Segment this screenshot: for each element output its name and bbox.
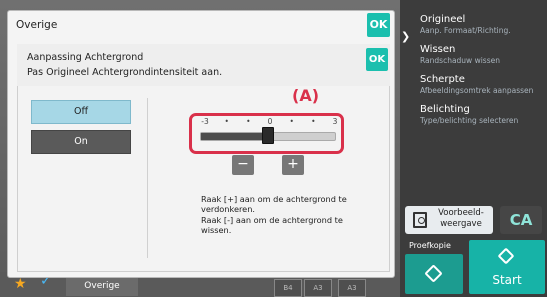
menu-item-title: Scherpte — [420, 74, 465, 85]
help-line: verdonkeren. — [201, 204, 256, 215]
menu-item-scherpte[interactable]: Scherpte Afbeeldingsomtrek aanpassen — [420, 74, 540, 96]
divider — [147, 98, 148, 258]
proefkopie-button[interactable] — [405, 254, 463, 294]
menu-item-subtitle: Afbeeldingsomtrek aanpassen — [420, 86, 534, 95]
slider-tick-label: • — [224, 117, 229, 126]
slider-thumb[interactable] — [262, 127, 274, 144]
proefkopie-label: Proefkopie — [409, 241, 451, 250]
slider-scale: -3 • • 0 • • 3 — [201, 117, 338, 127]
dialog-subtitle: Pas Origineel Achtergrondintensiteit aan… — [27, 67, 223, 78]
help-line: wissen. — [201, 224, 232, 235]
menu-item-subtitle: Randschaduw wissen — [420, 56, 500, 65]
on-button[interactable]: On — [31, 130, 131, 154]
help-line: Raak [-] aan om de achtergrond te — [201, 214, 343, 225]
start-label: Start — [492, 273, 522, 287]
start-diamond-icon — [424, 264, 443, 283]
menu-item-belichting[interactable]: Belichting Type/belichting selecteren — [420, 104, 540, 126]
ok-button[interactable]: OK — [366, 48, 388, 71]
slider-tick-label: • — [311, 117, 316, 126]
chevron-right-icon[interactable]: ❯ — [401, 30, 410, 43]
dialog-header — [17, 44, 390, 86]
slider-tick-label: • — [246, 117, 251, 126]
menu-item-title: Belichting — [420, 104, 470, 115]
dialog-title: Aanpassing Achtergrond — [27, 52, 144, 63]
slider-tick-label: -3 — [201, 117, 209, 126]
start-diamond-icon — [497, 247, 515, 265]
paper-tray: B4 — [274, 279, 302, 297]
preview-label: Voorbeeld- weergave — [438, 208, 484, 229]
slider-fill — [201, 133, 269, 140]
paper-tray: A3 — [338, 279, 366, 297]
menu-item-subtitle: Type/belichting selecteren — [420, 116, 519, 125]
start-button[interactable]: Start — [469, 240, 545, 294]
off-button[interactable]: Off — [31, 100, 131, 124]
preview-button[interactable]: Voorbeeld- weergave — [405, 206, 493, 234]
minus-button[interactable]: − — [232, 155, 254, 175]
clear-all-button[interactable]: CA — [500, 206, 542, 234]
menu-item-wissen[interactable]: Wissen Randschaduw wissen — [420, 44, 540, 66]
menu-item-title: Origineel — [420, 14, 466, 25]
menu-item-origineel[interactable]: Origineel Aanp. Formaat/Richting. — [420, 14, 540, 36]
bottom-bar-label[interactable]: Overige — [66, 276, 138, 296]
slider-tick-label: 0 — [267, 117, 273, 126]
help-line: Raak [+] aan om de achtergrond te — [201, 194, 347, 204]
plus-button[interactable]: + — [282, 155, 304, 175]
preview-icon — [413, 212, 427, 228]
slider-tick-label: • — [289, 117, 294, 126]
menu-item-title: Wissen — [420, 44, 456, 55]
star-icon[interactable]: ★ — [14, 276, 27, 292]
callout-label: (A) — [292, 86, 320, 105]
menu-item-subtitle: Aanp. Formaat/Richting. — [420, 26, 511, 35]
paper-tray: A3 — [304, 279, 332, 297]
dialog-title: Overige — [16, 19, 58, 31]
ok-button[interactable]: OK — [367, 13, 390, 37]
help-text: Raak [+] aan om de achtergrond te verdon… — [201, 194, 381, 235]
slider-tick-label: 3 — [332, 117, 338, 126]
